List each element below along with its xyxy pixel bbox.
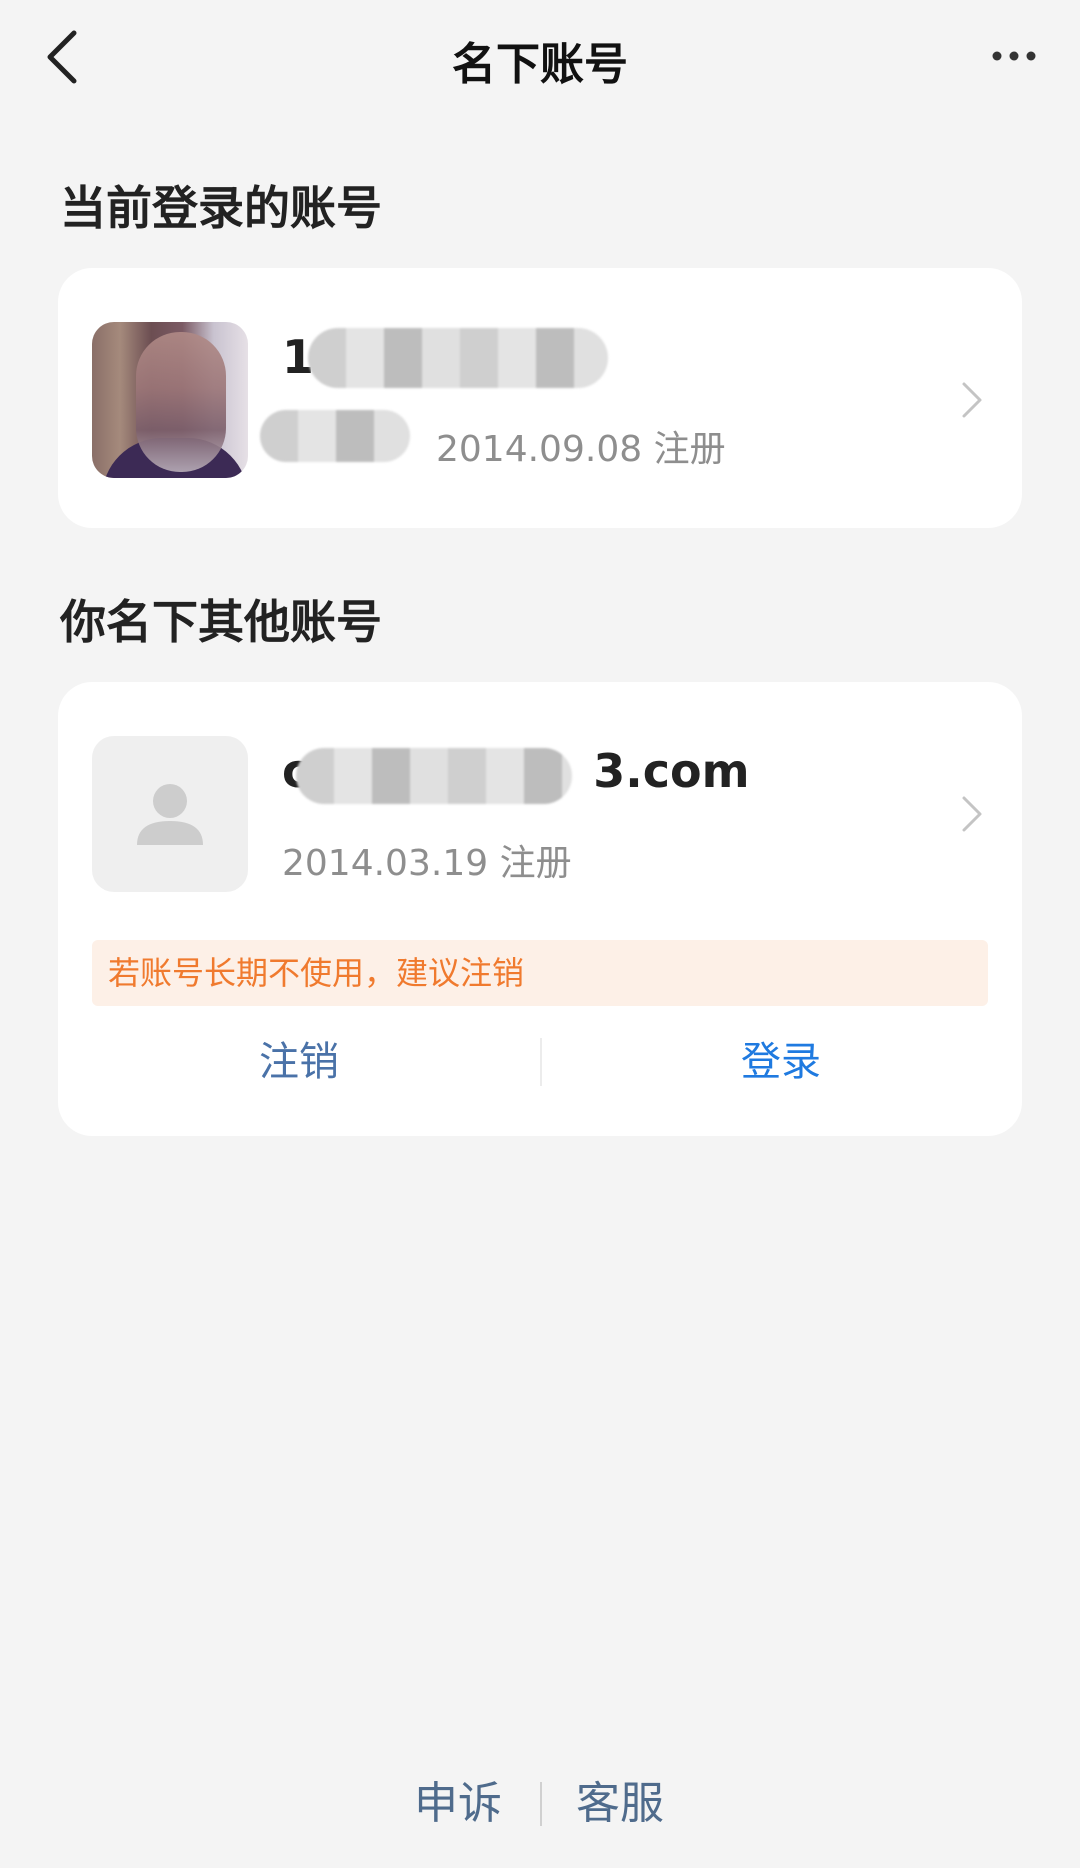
footer-links: 申诉 客服 [0, 1774, 1080, 1834]
more-button[interactable] [970, 34, 1036, 78]
other-account-card: c3.com 2014.03.19 注册 若账号长期不使用，建议注销 注销 登录 [58, 682, 1022, 1136]
masked-account-name [308, 328, 608, 388]
registration-date: 2014.09.08 注册 [436, 429, 726, 470]
registration-date: 2014.03.19 注册 [282, 843, 572, 884]
other-accounts-heading: 你名下其他账号 [60, 595, 382, 649]
masked-email [296, 748, 572, 804]
chevron-right-icon [962, 796, 982, 832]
footer-divider [540, 1782, 542, 1826]
avatar [92, 322, 248, 478]
page-title: 名下账号 [452, 39, 628, 90]
appeal-link[interactable]: 申诉 [414, 1774, 502, 1834]
current-account-heading: 当前登录的账号 [60, 181, 382, 235]
customer-service-link[interactable]: 客服 [576, 1774, 664, 1834]
default-user-icon [137, 784, 203, 845]
more-dots-icon [992, 51, 1036, 61]
login-button[interactable]: 登录 [540, 1032, 1022, 1092]
avatar [92, 736, 248, 892]
chevron-right-icon [962, 382, 982, 418]
masked-nickname [260, 410, 410, 462]
inactive-account-warning: 若账号长期不使用，建议注销 [92, 940, 988, 1006]
nav-bar: 名下账号 [0, 0, 1080, 112]
deactivate-button[interactable]: 注销 [58, 1032, 540, 1092]
other-account-row[interactable]: c3.com 2014.03.19 注册 [58, 682, 1022, 922]
current-account-card[interactable]: 1 2014.09.08 注册 [58, 268, 1022, 528]
